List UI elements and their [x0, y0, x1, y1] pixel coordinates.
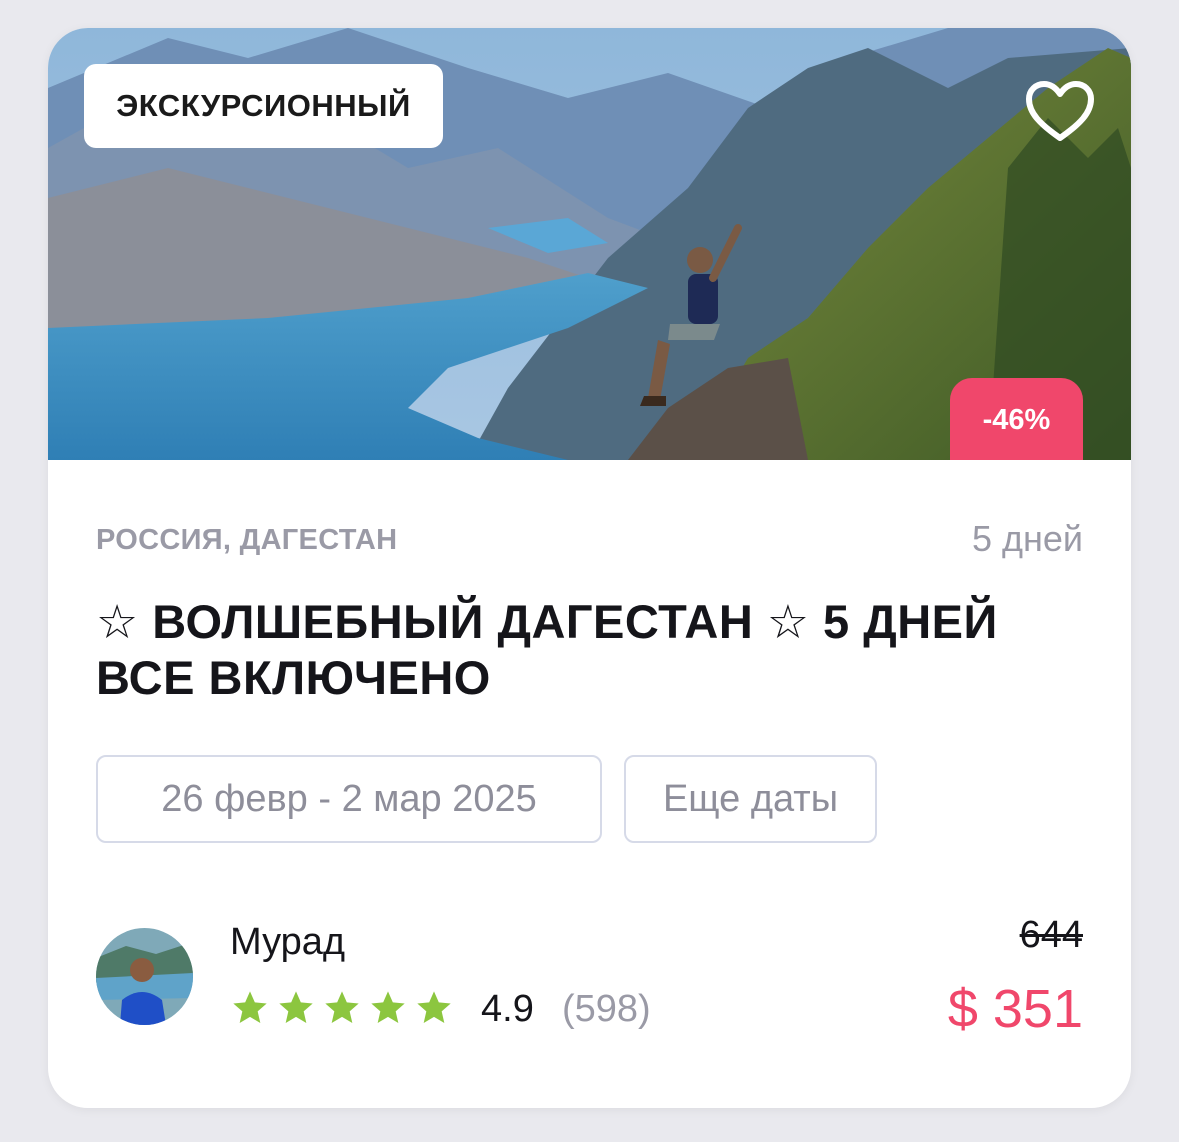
star-icon	[371, 991, 405, 1023]
more-dates-label: Еще даты	[662, 777, 839, 820]
tour-type-label: ЭКСКУРСИОННЫЙ	[116, 88, 411, 123]
rating-stars	[230, 988, 454, 1028]
star-icon	[325, 991, 359, 1023]
current-price: $ 351	[947, 979, 1083, 1039]
rating-value: 4.9	[481, 988, 534, 1030]
tour-card[interactable]: ЭКСКУРСИОННЫЙ -46% РОССИЯ, ДАГЕСТАН 5 дн…	[48, 28, 1131, 1108]
tour-location: РОССИЯ, ДАГЕСТАН	[96, 524, 398, 556]
heart-outline-icon	[1026, 81, 1094, 141]
old-price: 644	[1019, 914, 1083, 956]
discount-label: -46%	[982, 404, 1051, 436]
more-dates-button[interactable]: Еще даты	[624, 755, 877, 843]
review-count: (598)	[562, 988, 651, 1030]
tour-photo[interactable]: ЭКСКУРСИОННЫЙ -46%	[48, 28, 1131, 460]
discount-badge: -46%	[950, 378, 1083, 460]
date-range-label: 26 февр - 2 мар 2025	[161, 777, 537, 820]
guide-name[interactable]: Мурад	[230, 921, 345, 964]
date-range-chip[interactable]: 26 февр - 2 мар 2025	[96, 755, 602, 843]
star-icon	[417, 991, 451, 1023]
star-icon	[233, 991, 267, 1023]
star-icon	[279, 991, 313, 1023]
guide-avatar[interactable]	[96, 928, 193, 1025]
favorite-button[interactable]	[1020, 76, 1100, 148]
tour-duration: 5 дней	[971, 518, 1083, 559]
tour-type-badge: ЭКСКУРСИОННЫЙ	[84, 64, 443, 148]
tour-title[interactable]: ☆ ВОЛШЕБНЫЙ ДАГЕСТАН ☆ 5 ДНЕЙ ВСЕ ВКЛЮЧЕ…	[96, 594, 1086, 706]
guide-photo	[96, 928, 193, 1025]
